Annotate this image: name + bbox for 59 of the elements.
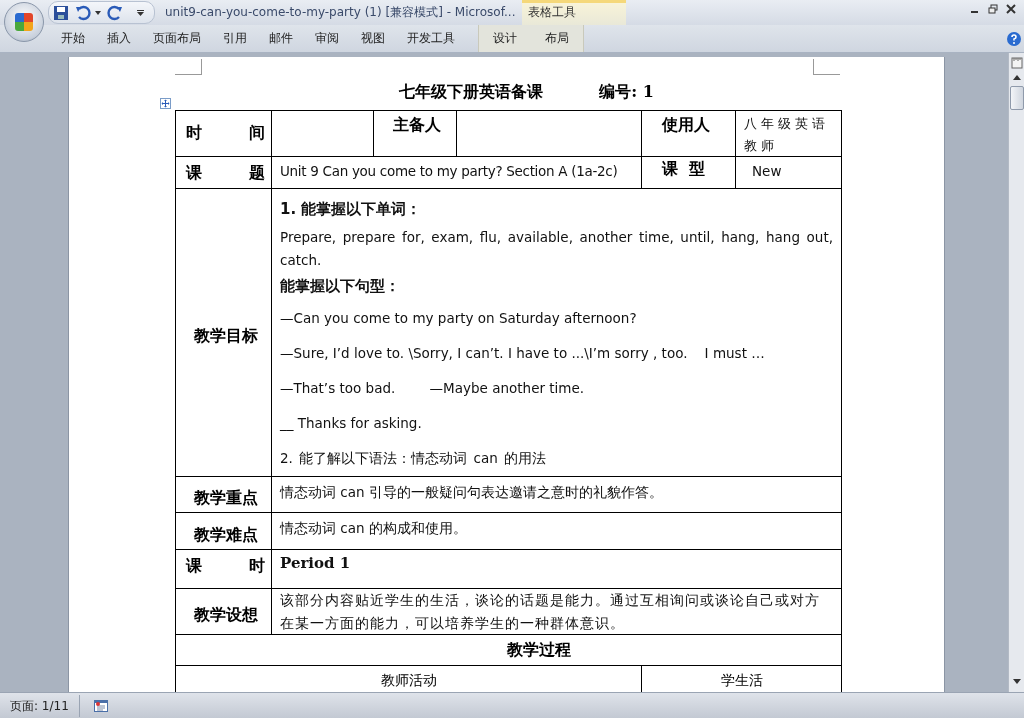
table-cell: 主备人: [374, 111, 457, 157]
ribbon-tab[interactable]: 邮件: [258, 25, 304, 52]
scroll-up-icon[interactable]: [1012, 75, 1021, 80]
window-title: unit9-can-you-come-to-my-party (1) [兼容模式] - Microsof...: [165, 4, 516, 21]
table-cell: 教学目标: [176, 189, 272, 477]
ribbon-tab[interactable]: 插入: [96, 25, 142, 52]
ribbon-tab[interactable]: 引用: [212, 25, 258, 52]
cell-paragraph: 能掌握以下句型：: [280, 276, 401, 297]
table-cell: 该部分内容贴近学生的生活，谈论的话题是能力。通过互相询问或谈论自己或对方在某一方面的能力，可以培养学生的一种群体意识。: [272, 589, 842, 635]
scroll-down-icon[interactable]: [1012, 679, 1021, 684]
table-move-handle-icon[interactable]: [160, 98, 171, 109]
ribbon-tab[interactable]: 审阅: [304, 25, 350, 52]
page-indicator[interactable]: 页面: 1/11: [0, 694, 80, 717]
close-icon[interactable]: [1006, 4, 1016, 14]
table-cell: 时间: [176, 111, 272, 157]
ribbon-tab[interactable]: 页面布局: [142, 25, 212, 52]
table-cell: 教学过程: [176, 635, 842, 666]
table-cell: 教学难点: [176, 513, 272, 550]
table-cell: 教学重点: [176, 477, 272, 513]
ribbon-tab[interactable]: 视图: [350, 25, 396, 52]
undo-icon[interactable]: [75, 4, 91, 21]
table-cell: 情态动词 can 的构成和使用。: [272, 513, 842, 550]
save-icon[interactable]: [53, 4, 69, 21]
cell-paragraph: —That’s too bad. —Maybe another time.: [280, 379, 586, 398]
restore-icon[interactable]: [988, 4, 998, 14]
ribbon-tab[interactable]: 设计: [478, 25, 531, 52]
table-cell: 使用人: [642, 111, 736, 157]
help-icon[interactable]: [1007, 31, 1021, 46]
cell-paragraph: 2. 能了解以下语法：情态动词 can 的用法: [280, 449, 547, 468]
cell-paragraph: —Can you come to my party on Saturday afternoon?: [280, 309, 638, 328]
ruler-icon[interactable]: [1010, 57, 1023, 69]
cell-paragraph: __ Thanks for asking.: [280, 414, 423, 433]
cell-paragraph: Prepare, prepare for, exam, flu, available, another time, until, hang, hang out, catch.: [280, 228, 833, 270]
table-cell: Unit 9 Can you come to my party? Section A (1a-2c): [272, 157, 642, 189]
table-cell: 课时: [176, 550, 272, 589]
cell-paragraph: 1. 能掌握以下单词：: [280, 199, 423, 220]
table-cell: 情态动词 can 引导的一般疑问句表达邀请之意时的礼貌作答。: [272, 477, 842, 513]
ribbon-tab[interactable]: 布局: [531, 25, 584, 52]
table-cell: 课题: [176, 157, 272, 189]
ribbon-tab[interactable]: 开始: [50, 25, 96, 52]
customize-icon[interactable]: [137, 9, 144, 16]
scroll-thumb[interactable]: [1009, 86, 1024, 110]
office-button[interactable]: [4, 2, 44, 42]
document-heading: 七年级下册英语备课: [399, 82, 544, 103]
table-cell: 课型: [642, 157, 736, 189]
table-cell: 八年级英语教师: [736, 111, 842, 157]
contextual-tab-group: 表格工具: [522, 0, 626, 25]
proofing-icon[interactable]: [93, 699, 108, 712]
redo-icon[interactable]: [107, 4, 123, 21]
table-cell: 教学设想: [176, 589, 272, 635]
cell-paragraph: —Sure, I’d love to. \Sorry, I can’t. I have to ...\I’m sorry , too. I must …: [280, 344, 766, 363]
vertical-scrollbar[interactable]: [1008, 53, 1024, 692]
crop-mark: [175, 59, 202, 75]
document-number: 编号: 1: [599, 82, 654, 103]
dropdown-icon[interactable]: [95, 10, 101, 15]
table-cell: New: [736, 157, 842, 189]
table-cell: Period 1: [272, 550, 842, 589]
crop-mark: [813, 59, 840, 75]
ribbon-tab[interactable]: 开发工具: [396, 25, 466, 52]
